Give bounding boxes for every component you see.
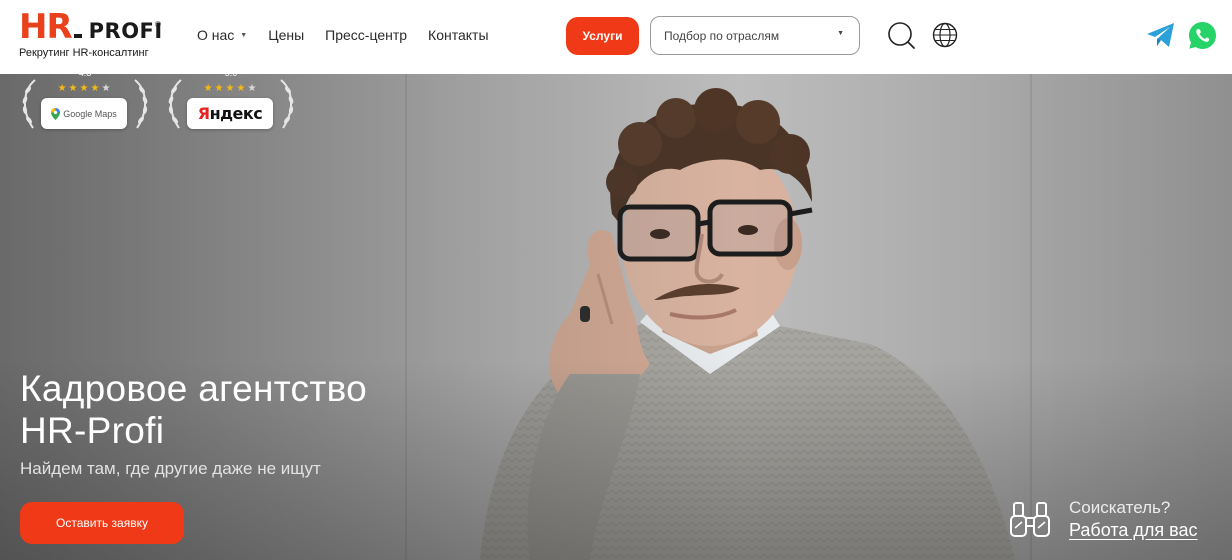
nav-item-about[interactable]: О нас ▼ bbox=[197, 27, 247, 43]
nav-item-prices[interactable]: Цены bbox=[268, 27, 304, 43]
yandex-logo: Яндекс bbox=[198, 104, 263, 123]
logo-tagline: Рекрутинг HR-консалтинг bbox=[19, 47, 149, 59]
nav-item-label: О нас bbox=[197, 27, 235, 43]
seeker-question: Соискатель? bbox=[1069, 498, 1171, 517]
nav-item-label: Контакты bbox=[428, 27, 489, 43]
rating-badge-google[interactable]: 4.8 ★★★★★ Google Maps bbox=[19, 68, 151, 134]
submit-request-button[interactable]: Оставить заявку bbox=[20, 502, 184, 544]
jobs-for-you-link[interactable]: Работа для вас bbox=[1069, 520, 1198, 541]
telegram-icon[interactable] bbox=[1146, 22, 1176, 48]
industry-select[interactable]: Подбор по отраслям ▼ bbox=[650, 16, 860, 55]
services-button[interactable]: Услуги bbox=[566, 17, 639, 55]
star-icon: ★ bbox=[90, 83, 102, 94]
site-header: HR PROFI ® Рекрутинг HR-консалтинг О нас… bbox=[0, 0, 1232, 74]
hero-section bbox=[0, 74, 1232, 560]
nav-item-press-center[interactable]: Пресс-центр bbox=[325, 27, 407, 43]
star-icon: ★ bbox=[79, 83, 91, 94]
main-nav: О нас ▼ Цены Пресс-центр Контакты bbox=[197, 27, 510, 43]
hero-title-line-2: HR-Profi bbox=[20, 410, 165, 451]
star-icon: ★ bbox=[214, 83, 226, 94]
hero-title: Кадровое агентство HR-Profi bbox=[20, 368, 520, 452]
caret-down-icon: ▼ bbox=[240, 31, 248, 39]
yandex-logo-rest: ндекс bbox=[209, 104, 263, 123]
logo[interactable]: HR PROFI ® Рекрутинг HR-консалтинг bbox=[19, 10, 164, 64]
star-icon: ★ bbox=[101, 83, 113, 94]
star-icon: ★ bbox=[247, 83, 259, 94]
rating-badge-yandex[interactable]: 5.0 ★★★★★ Яндекс bbox=[165, 68, 297, 134]
industry-select-value: Подбор по отраслям bbox=[664, 28, 780, 43]
yandex-logo-first-letter: Я bbox=[197, 104, 210, 123]
logo-dash bbox=[73, 34, 82, 38]
hero-title-line-1: Кадровое агентство bbox=[20, 368, 368, 409]
caret-down-icon: ▼ bbox=[837, 30, 844, 37]
logo-mark: HR PROFI bbox=[19, 10, 164, 44]
rating-stars: ★★★★★ bbox=[19, 83, 151, 94]
star-icon: ★ bbox=[225, 83, 237, 94]
registered-mark: ® bbox=[155, 20, 161, 29]
star-icon: ★ bbox=[68, 83, 80, 94]
whatsapp-icon[interactable] bbox=[1188, 21, 1217, 50]
logo-hr: HR bbox=[19, 7, 73, 47]
hero-subtitle: Найдем там, где другие даже не ищут bbox=[20, 459, 321, 478]
nav-item-label: Цены bbox=[268, 27, 305, 43]
star-icon: ★ bbox=[57, 83, 69, 94]
yandex-card: Яндекс bbox=[187, 98, 273, 129]
star-icon: ★ bbox=[203, 83, 215, 94]
nav-item-label: Пресс-центр bbox=[325, 27, 408, 43]
google-maps-label: Google Maps bbox=[63, 108, 117, 119]
nav-item-contacts[interactable]: Контакты bbox=[428, 27, 488, 43]
job-seeker-block: Соискатель? Работа для вас bbox=[1006, 496, 1221, 546]
map-pin-icon bbox=[51, 107, 61, 120]
rating-stars: ★★★★★ bbox=[165, 83, 297, 94]
google-maps-card: Google Maps bbox=[41, 98, 127, 129]
binoculars-icon bbox=[1010, 502, 1050, 537]
star-icon: ★ bbox=[236, 83, 248, 94]
globe-icon[interactable] bbox=[932, 22, 958, 48]
logo-profi: PROFI bbox=[88, 19, 163, 43]
search-icon[interactable] bbox=[886, 20, 916, 50]
